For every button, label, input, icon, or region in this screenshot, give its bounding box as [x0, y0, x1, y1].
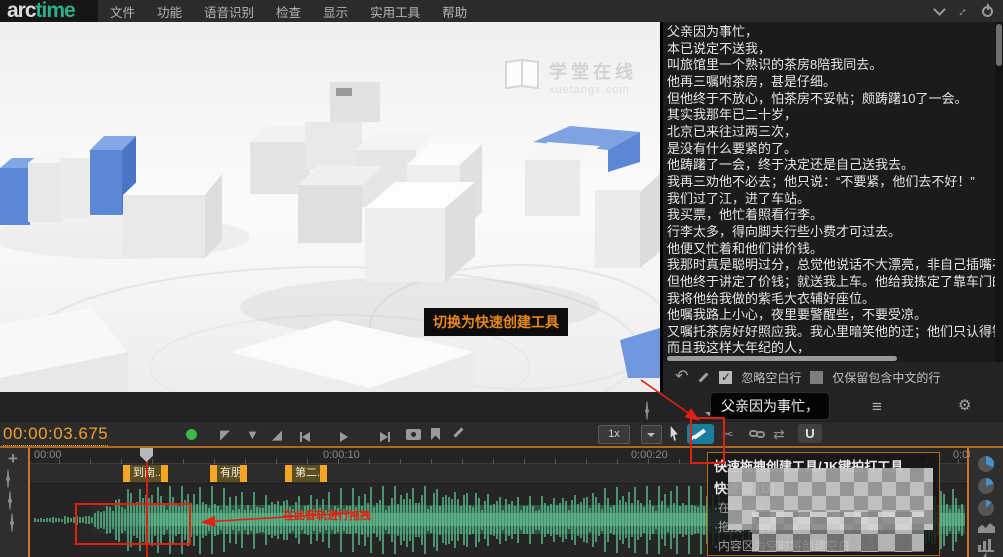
text-line: 但他终于不放心，怕茶房不妥帖；颇踌躇10了一会。 — [667, 91, 997, 108]
text-line: 他嘱我路上小心，夜里要警醒些，不要受凉。 — [667, 307, 997, 324]
zoom-pie-icon[interactable] — [978, 500, 994, 516]
menu-help[interactable]: 帮助 — [442, 2, 467, 21]
preview-status-strip: ≡ ⚙ — [0, 392, 1003, 422]
marker-down-icon[interactable]: ▼ — [246, 427, 259, 442]
zoom-pie-icon[interactable] — [978, 456, 994, 472]
horizontal-scrollbar[interactable] — [667, 356, 897, 361]
timeline: 00:00 0:00:10 0:00:20 0:00 到南.. 有朋 第二.. … — [0, 448, 1003, 557]
current-subtitle-tooltip: 父亲因为事忙， — [711, 393, 829, 419]
select-tool-icon[interactable] — [669, 426, 680, 441]
logo-time: time — [36, 1, 75, 21]
pen-slash-icon[interactable] — [452, 426, 465, 442]
subtitle-block[interactable]: 有朋 — [210, 465, 247, 482]
subtitle-visibility-eye-icon[interactable] — [646, 401, 648, 420]
timeline-end-line — [967, 448, 969, 557]
text-line: 我那时真是聪明过分，总觉他说话不大漂亮，非自己插嘴不可， — [667, 257, 997, 274]
watermark-title: 学堂在线 — [549, 58, 637, 84]
menu-check[interactable]: 检查 — [276, 2, 301, 21]
text-line: 叫旅馆里一个熟识的茶房8陪我同去。 — [667, 57, 997, 74]
text-line: 父亲因为事忙， — [667, 24, 997, 41]
link-icon[interactable] — [749, 430, 767, 438]
arctime-window: arctime 文件 功能 语音识别 检查 显示 实用工具 帮助 ↕ — [0, 0, 1003, 557]
text-line: 我再三劝他不必去；他只说：“不要紧，他们去不好！” — [667, 174, 997, 191]
text-panel-toolbar: ↶ ✓ 忽略空白行 仅保留包含中文的行 — [663, 362, 1003, 392]
text-line: 行李太多，得向脚夫行些小费才可过去。 — [667, 224, 997, 241]
timeline-start-line — [28, 448, 30, 557]
track-eye-icon[interactable] — [11, 513, 13, 532]
previous-icon[interactable] — [300, 429, 310, 443]
watermark-url: xuetangx.com — [549, 84, 637, 96]
text-line: 他便又忙着和他们讲价钱。 — [667, 241, 997, 258]
text-line: 我将他给我做的紫毛大衣辅好座位。 — [667, 291, 997, 308]
status-dot — [186, 429, 197, 440]
undo-icon[interactable]: ↶ — [675, 370, 688, 384]
power-icon[interactable] — [982, 6, 993, 17]
text-line: 又嘱托茶房好好照应我。我心里暗笑他的迂；他们只认得钱， — [667, 324, 997, 341]
bookmark-icon[interactable] — [431, 428, 440, 440]
in-point-icon[interactable]: ◤ — [220, 427, 230, 443]
subtitle-text-lines: 父亲因为事忙， 本已说定不送我， 叫旅馆里一个熟识的茶房8陪我同去。 他再三嘱咐… — [667, 24, 997, 357]
censored-mosaic — [752, 512, 924, 552]
subtitle-text-panel[interactable]: 父亲因为事忙， 本已说定不送我， 叫旅馆里一个熟识的茶房8陪我同去。 他再三嘱咐… — [663, 22, 1003, 362]
camera-icon[interactable] — [406, 429, 421, 440]
window-controls: ↕ — [935, 4, 994, 19]
edit-pencil-icon[interactable] — [697, 371, 710, 384]
subtitle-block[interactable]: 第二.. — [285, 465, 327, 482]
resize-icon[interactable]: ↕ — [955, 3, 970, 18]
waveform-view-icon[interactable] — [978, 522, 995, 533]
scrollbar-thumb[interactable] — [996, 24, 1002, 66]
video-preview: 学堂在线 xuetangx.com 切换为快速创建工具 — [0, 22, 660, 392]
timecode-display: 00:00:03.675 — [3, 424, 108, 446]
text-line: 他再三嘱咐茶房，甚是仔细。 — [667, 74, 997, 91]
book-icon — [505, 58, 539, 85]
menu-bar: arctime 文件 功能 语音识别 检查 显示 实用工具 帮助 ↕ — [0, 0, 1003, 22]
ignore-blank-lines-checkbox[interactable]: ✓ — [719, 371, 732, 384]
swap-icon[interactable]: ⇄ — [773, 426, 785, 443]
text-line: 我买票，他忙着照看行李。 — [667, 207, 997, 224]
menu-functions[interactable]: 功能 — [157, 2, 182, 21]
menu-utilities[interactable]: 实用工具 — [370, 2, 420, 21]
text-line: 北京已来往过两三次， — [667, 124, 997, 141]
text-line: 是没有什么要紧的了。 — [667, 141, 997, 158]
gear-icon[interactable]: ⚙ — [958, 398, 971, 414]
switch-tool-tooltip: 切换为快速创建工具 — [424, 308, 568, 336]
watermark: 学堂在线 xuetangx.com — [505, 58, 637, 96]
menu-file[interactable]: 文件 — [110, 2, 135, 21]
keep-chinese-only-label[interactable]: 仅保留包含中文的行 — [832, 369, 940, 386]
annotation-rect — [75, 503, 191, 545]
text-line: 但他终于讲定了价钱；就送我上车。他给我拣定了靠车门的一张椅子； — [667, 274, 997, 291]
magnet-snap-icon[interactable]: U — [798, 424, 822, 443]
speed-dropdown-arrow[interactable] — [641, 425, 662, 444]
annotation-rect-tool — [690, 417, 725, 464]
text-line: 其实我那年已二十岁， — [667, 107, 997, 124]
spectrum-view-icon[interactable] — [978, 537, 994, 552]
drag-hint-text: 在此音轨进行拖拽 — [283, 507, 371, 523]
text-line: 本已说定不送我， — [667, 41, 997, 58]
track-eye-icon[interactable] — [9, 491, 11, 510]
lightning-icon[interactable] — [981, 552, 991, 557]
ignore-blank-lines-label[interactable]: 忽略空白行 — [741, 369, 801, 386]
track-eye-icon[interactable] — [7, 469, 9, 488]
chevron-down-icon[interactable] — [933, 3, 946, 16]
next-icon[interactable] — [380, 429, 390, 443]
transport-bar: 00:00:03.675 ◤ ▼ ◢ 1x ✂ ⇄ U — [0, 422, 1003, 448]
logo-arc: arc — [7, 1, 36, 21]
zoom-pie-icon[interactable] — [978, 478, 994, 494]
menu-display[interactable]: 显示 — [323, 2, 348, 21]
add-track-icon[interactable]: + — [8, 449, 18, 469]
text-line: 我们过了江，进了车站。 — [667, 191, 997, 208]
play-icon[interactable] — [340, 429, 348, 443]
speed-select[interactable]: 1x — [598, 425, 630, 444]
text-line: 而且我这样大年纪的人， — [667, 340, 997, 357]
vertical-scrollbar[interactable] — [995, 22, 1003, 362]
text-line: 他踌躇了一会，终于决定还是自己送我去。 — [667, 157, 997, 174]
timeline-right-toolbar — [970, 448, 1003, 557]
out-point-icon[interactable]: ◢ — [272, 427, 282, 443]
menu-items: 文件 功能 语音识别 检查 显示 实用工具 帮助 — [110, 2, 467, 21]
app-logo: arctime — [0, 0, 98, 22]
track-gutter: + — [0, 448, 28, 557]
subtitle-list-icon[interactable]: ≡ — [872, 399, 882, 415]
menu-speech-recognition[interactable]: 语音识别 — [204, 2, 254, 21]
keep-chinese-only-checkbox[interactable] — [810, 371, 823, 384]
